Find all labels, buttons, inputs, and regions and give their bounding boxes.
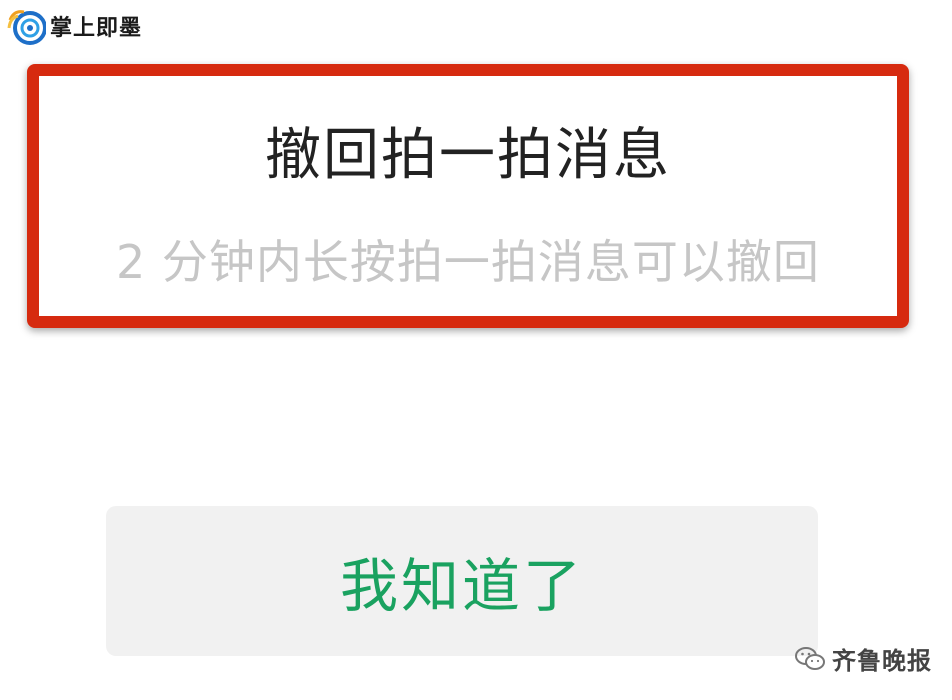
dialog-subtitle: 2 分钟内长按拍一拍消息可以撤回 [116, 235, 820, 289]
dialog-title: 撤回拍一拍消息 [265, 123, 671, 188]
top-watermark: 掌上即墨 [6, 6, 142, 46]
bottom-watermark: 齐鲁晚报 [794, 641, 932, 676]
swirl-logo-icon [7, 10, 46, 45]
brand-name: 掌上即墨 [50, 16, 143, 41]
source-label: 齐鲁晚报 [832, 647, 932, 675]
confirm-button-label: 我知道了 [339, 552, 584, 620]
confirm-button[interactable]: 我知道了 [106, 506, 818, 656]
page: 掌上即墨 撤回拍一拍消息 2 分钟内长按拍一拍消息可以撤回 我知道了 齐鲁晚报 [0, 0, 952, 700]
wechat-icon [795, 646, 825, 670]
highlight-frame: 撤回拍一拍消息 2 分钟内长按拍一拍消息可以撤回 [27, 64, 909, 328]
